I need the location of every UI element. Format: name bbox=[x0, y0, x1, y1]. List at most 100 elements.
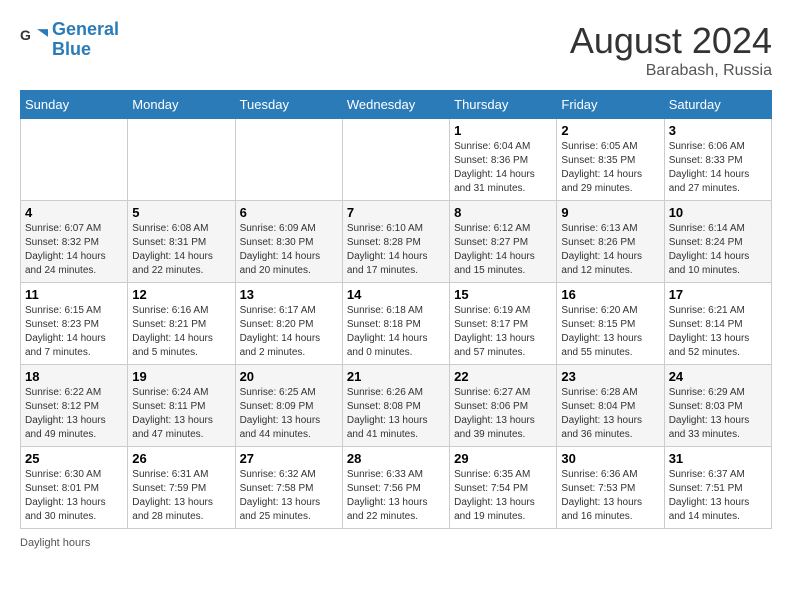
day-info: Sunrise: 6:08 AM Sunset: 8:31 PM Dayligh… bbox=[132, 222, 230, 278]
day-header-friday: Friday bbox=[557, 91, 664, 119]
calendar-cell: 26 Sunrise: 6:31 AM Sunset: 7:59 PM Dayli… bbox=[128, 447, 235, 529]
day-info: Sunrise: 6:33 AM Sunset: 7:56 PM Dayligh… bbox=[347, 468, 445, 524]
day-info: Sunrise: 6:31 AM Sunset: 7:59 PM Dayligh… bbox=[132, 468, 230, 524]
day-info: Sunrise: 6:17 AM Sunset: 8:20 PM Dayligh… bbox=[240, 304, 338, 360]
day-number: 31 bbox=[669, 451, 767, 466]
calendar-cell: 30 Sunrise: 6:36 AM Sunset: 7:53 PM Dayli… bbox=[557, 447, 664, 529]
day-number: 20 bbox=[240, 369, 338, 384]
day-number: 29 bbox=[454, 451, 552, 466]
day-info: Sunrise: 6:07 AM Sunset: 8:32 PM Dayligh… bbox=[25, 222, 123, 278]
calendar-cell: 14Sunrise: 6:18 AM Sunset: 8:18 PM Dayli… bbox=[342, 283, 449, 365]
logo-text: General Blue bbox=[52, 20, 119, 60]
day-number: 4 bbox=[25, 205, 123, 220]
day-number: 23 bbox=[561, 369, 659, 384]
logo-general: General bbox=[52, 19, 119, 39]
calendar-cell: 25 Sunrise: 6:30 AM Sunset: 8:01 PM Dayli… bbox=[21, 447, 128, 529]
logo-blue: Blue bbox=[52, 40, 119, 60]
day-number: 10 bbox=[669, 205, 767, 220]
calendar-cell: 2Sunrise: 6:05 AM Sunset: 8:35 PM Daylig… bbox=[557, 119, 664, 201]
logo: G General Blue bbox=[20, 20, 119, 60]
calendar-cell: 7Sunrise: 6:10 AM Sunset: 8:28 PM Daylig… bbox=[342, 201, 449, 283]
day-info: Sunrise: 6:12 AM Sunset: 8:27 PM Dayligh… bbox=[454, 222, 552, 278]
day-header-wednesday: Wednesday bbox=[342, 91, 449, 119]
calendar-cell: 10 Sunrise: 6:14 AM Sunset: 8:24 PM Dayli… bbox=[664, 201, 771, 283]
calendar-cell: 20 Sunrise: 6:25 AM Sunset: 8:09 PM Dayli… bbox=[235, 365, 342, 447]
day-number: 19 bbox=[132, 369, 230, 384]
footer: Daylight hours bbox=[20, 537, 772, 549]
page-header: G General Blue August 2024 Barabash, Rus… bbox=[20, 20, 772, 80]
day-number: 26 bbox=[132, 451, 230, 466]
calendar-cell: 29 Sunrise: 6:35 AM Sunset: 7:54 PM Dayli… bbox=[450, 447, 557, 529]
day-number: 1 bbox=[454, 123, 552, 138]
week-row-1: 1 Sunrise: 6:04 AM Sunset: 8:36 PM Daylig… bbox=[21, 119, 772, 201]
week-row-2: 4 Sunrise: 6:07 AM Sunset: 8:32 PM Daylig… bbox=[21, 201, 772, 283]
day-number: 25 bbox=[25, 451, 123, 466]
calendar-cell: 21Sunrise: 6:26 AM Sunset: 8:08 PM Dayli… bbox=[342, 365, 449, 447]
day-info: Sunrise: 6:18 AM Sunset: 8:18 PM Dayligh… bbox=[347, 304, 445, 360]
day-info: Sunrise: 6:26 AM Sunset: 8:08 PM Dayligh… bbox=[347, 386, 445, 442]
day-info: Sunrise: 6:04 AM Sunset: 8:36 PM Dayligh… bbox=[454, 140, 552, 196]
calendar-cell: 11Sunrise: 6:15 AM Sunset: 8:23 PM Dayli… bbox=[21, 283, 128, 365]
day-number: 6 bbox=[240, 205, 338, 220]
day-info: Sunrise: 6:09 AM Sunset: 8:30 PM Dayligh… bbox=[240, 222, 338, 278]
day-info: Sunrise: 6:14 AM Sunset: 8:24 PM Dayligh… bbox=[669, 222, 767, 278]
week-row-5: 25 Sunrise: 6:30 AM Sunset: 8:01 PM Dayli… bbox=[21, 447, 772, 529]
day-number: 15 bbox=[454, 287, 552, 302]
month-year: August 2024 bbox=[570, 20, 772, 62]
title-block: August 2024 Barabash, Russia bbox=[570, 20, 772, 80]
day-number: 18 bbox=[25, 369, 123, 384]
calendar-cell: 22 Sunrise: 6:27 AM Sunset: 8:06 PM Dayli… bbox=[450, 365, 557, 447]
calendar-cell bbox=[342, 119, 449, 201]
day-number: 24 bbox=[669, 369, 767, 384]
calendar-table: SundayMondayTuesdayWednesdayThursdayFrid… bbox=[20, 90, 772, 529]
day-info: Sunrise: 6:27 AM Sunset: 8:06 PM Dayligh… bbox=[454, 386, 552, 442]
daylight-hours-label: Daylight hours bbox=[20, 537, 90, 549]
day-number: 30 bbox=[561, 451, 659, 466]
day-info: Sunrise: 6:10 AM Sunset: 8:28 PM Dayligh… bbox=[347, 222, 445, 278]
week-row-4: 18 Sunrise: 6:22 AM Sunset: 8:12 PM Dayli… bbox=[21, 365, 772, 447]
calendar-cell: 6 Sunrise: 6:09 AM Sunset: 8:30 PM Daylig… bbox=[235, 201, 342, 283]
day-header-thursday: Thursday bbox=[450, 91, 557, 119]
day-info: Sunrise: 6:19 AM Sunset: 8:17 PM Dayligh… bbox=[454, 304, 552, 360]
day-header-sunday: Sunday bbox=[21, 91, 128, 119]
day-header-saturday: Saturday bbox=[664, 91, 771, 119]
day-info: Sunrise: 6:24 AM Sunset: 8:11 PM Dayligh… bbox=[132, 386, 230, 442]
calendar-cell: 24 Sunrise: 6:29 AM Sunset: 8:03 PM Dayli… bbox=[664, 365, 771, 447]
calendar-cell: 31 Sunrise: 6:37 AM Sunset: 7:51 PM Dayli… bbox=[664, 447, 771, 529]
day-number: 22 bbox=[454, 369, 552, 384]
calendar-cell: 5Sunrise: 6:08 AM Sunset: 8:31 PM Daylig… bbox=[128, 201, 235, 283]
day-info: Sunrise: 6:36 AM Sunset: 7:53 PM Dayligh… bbox=[561, 468, 659, 524]
day-number: 8 bbox=[454, 205, 552, 220]
day-info: Sunrise: 6:25 AM Sunset: 8:09 PM Dayligh… bbox=[240, 386, 338, 442]
calendar-cell: 16Sunrise: 6:20 AM Sunset: 8:15 PM Dayli… bbox=[557, 283, 664, 365]
day-info: Sunrise: 6:22 AM Sunset: 8:12 PM Dayligh… bbox=[25, 386, 123, 442]
day-number: 17 bbox=[669, 287, 767, 302]
day-number: 28 bbox=[347, 451, 445, 466]
day-info: Sunrise: 6:21 AM Sunset: 8:14 PM Dayligh… bbox=[669, 304, 767, 360]
calendar-cell: 15 Sunrise: 6:19 AM Sunset: 8:17 PM Dayli… bbox=[450, 283, 557, 365]
svg-text:G: G bbox=[20, 27, 31, 43]
calendar-header-row: SundayMondayTuesdayWednesdayThursdayFrid… bbox=[21, 91, 772, 119]
calendar-cell: 18 Sunrise: 6:22 AM Sunset: 8:12 PM Dayli… bbox=[21, 365, 128, 447]
day-number: 16 bbox=[561, 287, 659, 302]
location: Barabash, Russia bbox=[570, 62, 772, 80]
day-header-monday: Monday bbox=[128, 91, 235, 119]
calendar-cell bbox=[21, 119, 128, 201]
week-row-3: 11Sunrise: 6:15 AM Sunset: 8:23 PM Dayli… bbox=[21, 283, 772, 365]
day-number: 27 bbox=[240, 451, 338, 466]
calendar-cell: 8 Sunrise: 6:12 AM Sunset: 8:27 PM Daylig… bbox=[450, 201, 557, 283]
day-number: 9 bbox=[561, 205, 659, 220]
day-info: Sunrise: 6:06 AM Sunset: 8:33 PM Dayligh… bbox=[669, 140, 767, 196]
day-info: Sunrise: 6:35 AM Sunset: 7:54 PM Dayligh… bbox=[454, 468, 552, 524]
day-info: Sunrise: 6:15 AM Sunset: 8:23 PM Dayligh… bbox=[25, 304, 123, 360]
day-number: 2 bbox=[561, 123, 659, 138]
day-info: Sunrise: 6:30 AM Sunset: 8:01 PM Dayligh… bbox=[25, 468, 123, 524]
calendar-cell: 9 Sunrise: 6:13 AM Sunset: 8:26 PM Daylig… bbox=[557, 201, 664, 283]
day-info: Sunrise: 6:13 AM Sunset: 8:26 PM Dayligh… bbox=[561, 222, 659, 278]
calendar-cell: 1 Sunrise: 6:04 AM Sunset: 8:36 PM Daylig… bbox=[450, 119, 557, 201]
day-header-tuesday: Tuesday bbox=[235, 91, 342, 119]
day-info: Sunrise: 6:37 AM Sunset: 7:51 PM Dayligh… bbox=[669, 468, 767, 524]
calendar-cell bbox=[235, 119, 342, 201]
day-info: Sunrise: 6:29 AM Sunset: 8:03 PM Dayligh… bbox=[669, 386, 767, 442]
calendar-cell: 4 Sunrise: 6:07 AM Sunset: 8:32 PM Daylig… bbox=[21, 201, 128, 283]
